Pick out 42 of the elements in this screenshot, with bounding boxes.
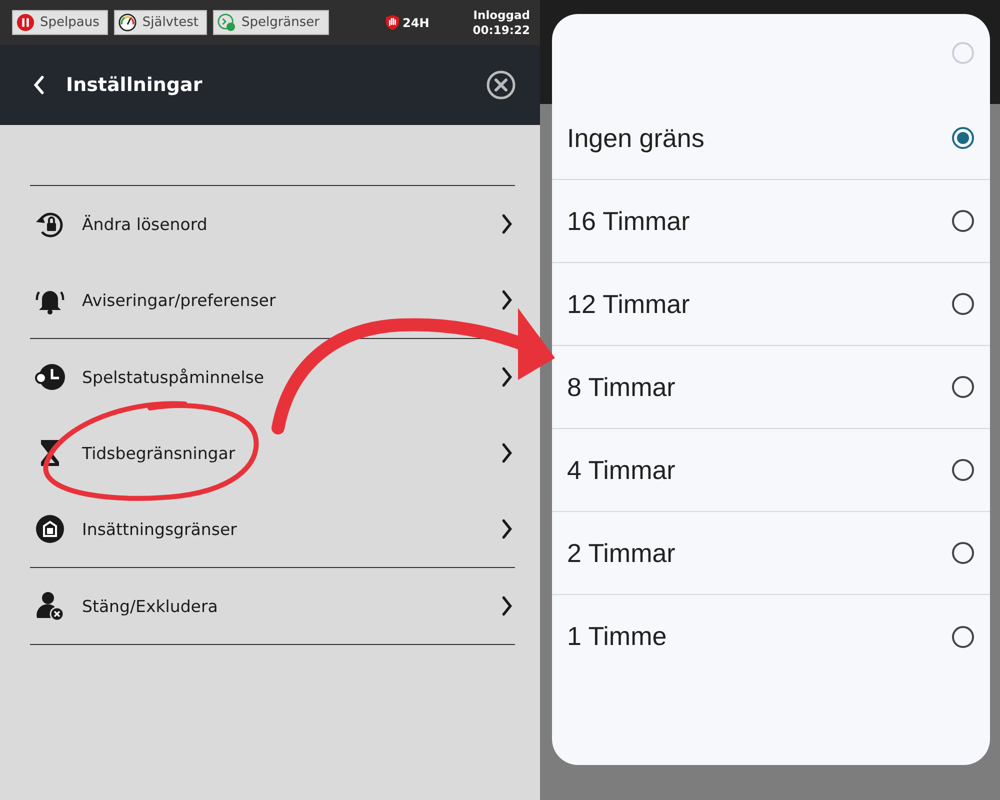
radio-button[interactable] [952,127,974,149]
back-icon[interactable] [32,74,46,96]
radio-button[interactable] [952,542,974,564]
option-row[interactable]: Ingen gräns [552,97,990,180]
page-title: Inställningar [66,74,202,96]
pause-icon [16,13,35,32]
option-row[interactable]: 4 Timmar [552,429,990,512]
radio-button[interactable] [952,626,974,648]
login-time: 00:19:22 [472,22,530,38]
chevron-icon[interactable] [502,443,512,463]
menu-item[interactable]: Ändra lösenord [82,214,208,234]
radio-button[interactable] [952,293,974,315]
clock-icon [34,361,66,393]
deposit-icon [34,513,66,545]
user-remove-icon [34,590,66,622]
menu-item[interactable]: Aviseringar/preferenser [82,290,276,310]
menu-item[interactable]: Stäng/Exkludera [82,596,218,616]
toolbar-button[interactable]: Spelgränser [213,10,329,35]
menu-item[interactable]: Insättningsgränser [82,520,237,538]
shield-hand-icon [384,14,400,31]
chevron-icon[interactable] [502,519,512,539]
chevron-icon[interactable] [502,596,512,616]
radio-button[interactable] [952,459,974,481]
option-row[interactable]: 2 Timmar [552,512,990,595]
limit-label: 24H [402,16,430,30]
menu-item[interactable]: Tidsbegränsningar [82,444,236,462]
radio-button[interactable] [952,210,974,232]
option-row[interactable]: 12 Timmar [552,263,990,346]
toolbar-button[interactable]: Spelpaus [12,10,108,35]
option-row[interactable]: 8 Timmar [552,346,990,429]
clock-coin-icon [217,13,236,32]
option-row[interactable]: 1 Timme [552,595,990,678]
toolbar-button[interactable]: Självtest [114,10,208,35]
close-icon[interactable] [486,70,516,100]
option-row[interactable]: 16 Timmar [552,180,990,263]
chevron-icon[interactable] [502,214,512,234]
chevron-icon[interactable] [502,290,512,310]
gauge-icon [118,13,138,32]
menu-item[interactable]: Spelstatuspåminnelse [82,368,264,386]
chevron-icon[interactable] [502,367,512,387]
login-label: Inloggad [473,8,530,22]
radio-button[interactable] [952,376,974,398]
